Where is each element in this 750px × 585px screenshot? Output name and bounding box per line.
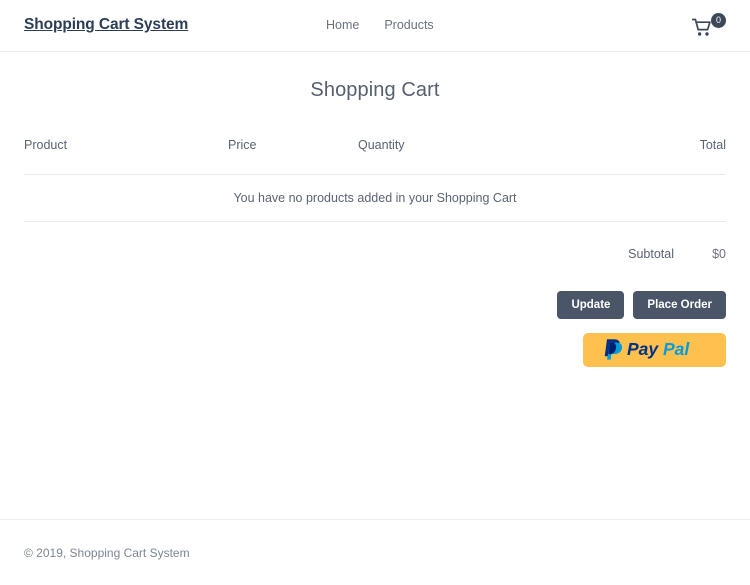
- column-header-total: Total: [578, 138, 726, 175]
- nav-link-home[interactable]: Home: [326, 18, 359, 32]
- nav-link-products[interactable]: Products: [384, 18, 433, 32]
- cart-button[interactable]: 0: [691, 13, 726, 39]
- page-title: Shopping Cart: [310, 79, 440, 101]
- paypal-checkout-button[interactable]: Pay Pal: [583, 333, 726, 367]
- place-order-button[interactable]: Place Order: [633, 291, 726, 319]
- subtotal-row: Subtotal $0: [24, 247, 726, 261]
- subtotal-label: Subtotal: [628, 247, 674, 261]
- cart-summary: Subtotal $0: [24, 247, 726, 261]
- cart-action-buttons: Update Place Order: [24, 291, 726, 319]
- cart-count-badge: 0: [711, 13, 726, 28]
- page-footer: © 2019, Shopping Cart System: [0, 519, 750, 560]
- page-container: Shopping Cart Product Price Quantity Tot…: [24, 52, 726, 367]
- primary-nav: Home Products: [326, 18, 434, 32]
- paypal-pal-text: Pal: [663, 339, 690, 359]
- column-header-quantity: Quantity: [358, 138, 578, 175]
- brand-logo-link[interactable]: Shopping Cart System: [24, 16, 188, 34]
- paypal-logo-icon: Pay Pal: [601, 338, 709, 363]
- update-cart-button[interactable]: Update: [557, 291, 625, 319]
- column-header-product: Product: [24, 138, 228, 175]
- cart-table: Product Price Quantity Total You have no…: [24, 138, 726, 222]
- paypal-pay-text: Pay: [627, 339, 659, 359]
- paypal-button-row: Pay Pal: [24, 333, 726, 367]
- cart-empty-row: You have no products added in your Shopp…: [24, 174, 726, 222]
- subtotal-value: $0: [712, 247, 726, 261]
- cart-table-head: Product Price Quantity Total: [24, 138, 726, 175]
- footer-copyright: © 2019, Shopping Cart System: [24, 546, 190, 560]
- cart-empty-message: You have no products added in your Shopp…: [24, 174, 726, 222]
- cart-table-header-row: Product Price Quantity Total: [24, 138, 726, 175]
- cart-table-body: You have no products added in your Shopp…: [24, 174, 726, 222]
- column-header-price: Price: [228, 138, 358, 175]
- top-navbar: Shopping Cart System Home Products 0: [0, 0, 750, 52]
